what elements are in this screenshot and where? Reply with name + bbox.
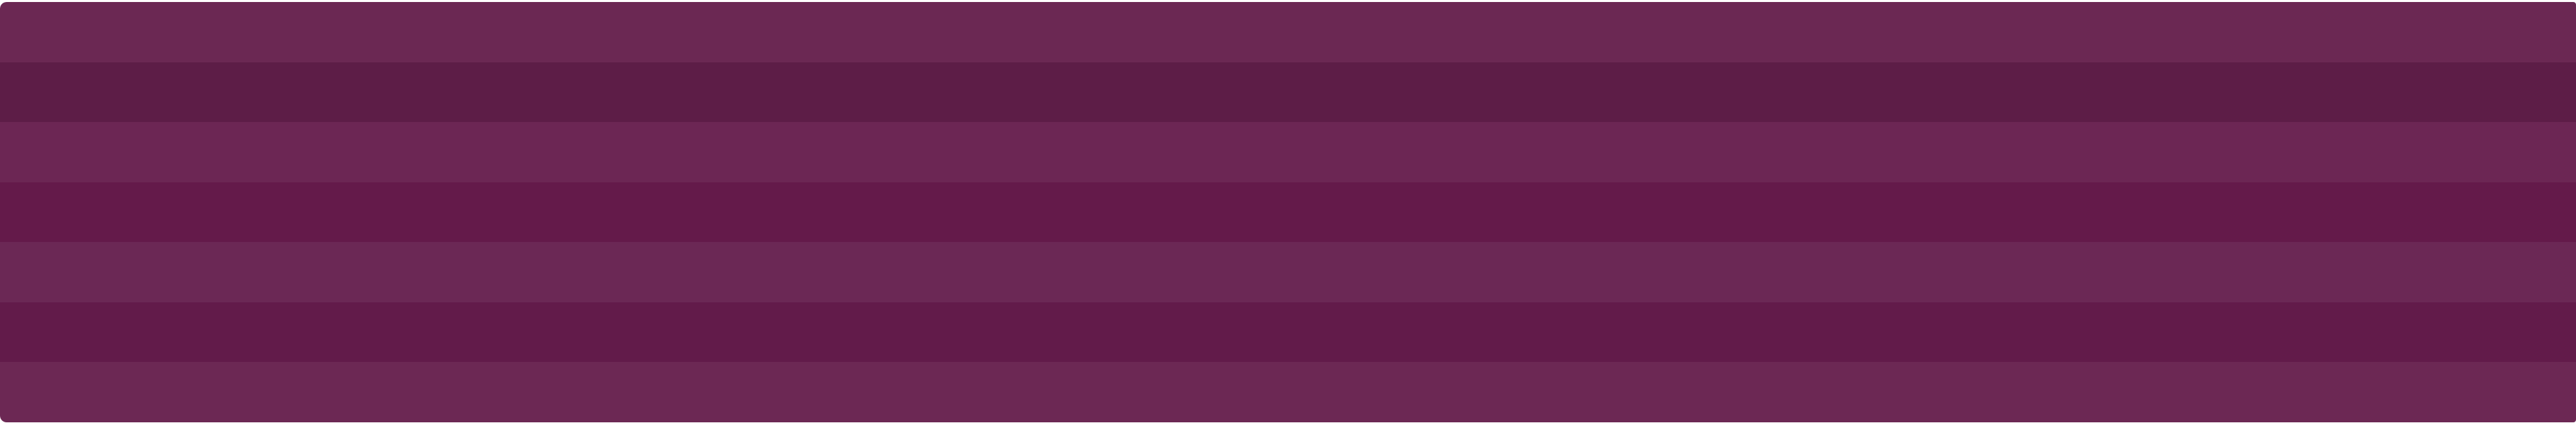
stripe-2 xyxy=(0,62,2576,123)
stripe-3 xyxy=(0,122,2576,182)
stripe-4 xyxy=(0,182,2576,243)
stripe-1 xyxy=(0,2,2576,62)
stripe-5 xyxy=(0,242,2576,302)
horizontal-stripes xyxy=(0,2,2576,422)
stripe-6 xyxy=(0,302,2576,363)
striped-background xyxy=(0,0,2576,425)
stripe-7 xyxy=(0,362,2576,422)
